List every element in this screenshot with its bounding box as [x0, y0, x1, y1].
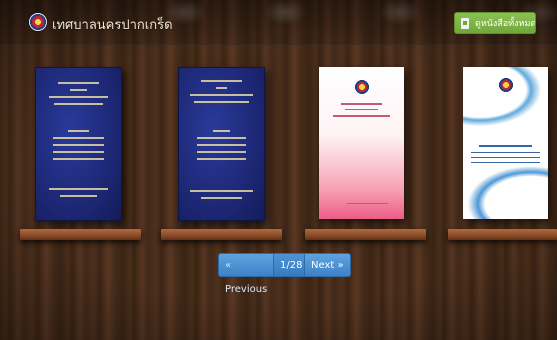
book-cover-3[interactable] — [319, 67, 404, 219]
double-chevron-left-icon: « — [225, 260, 232, 271]
next-button[interactable]: Next » — [304, 253, 351, 277]
pagination: « Previous 1/28 Next » — [218, 253, 351, 295]
book-icon — [461, 18, 469, 29]
shelf-4 — [448, 229, 557, 240]
site-title: เทศบาลนครปากเกร็ด — [52, 18, 173, 33]
view-all-books-button[interactable]: ดูหนังสือทั้งหมด — [454, 12, 536, 34]
emblem-icon — [353, 79, 370, 95]
book-cover-4[interactable] — [463, 67, 548, 219]
view-all-books-label: ดูหนังสือทั้งหมด — [475, 19, 536, 29]
shelf-1 — [20, 229, 141, 240]
shelf-3 — [305, 229, 426, 240]
emblem-icon — [497, 77, 514, 93]
book-cover-2[interactable] — [178, 67, 265, 221]
page-indicator: 1/28 — [274, 253, 304, 277]
book-cover-1[interactable] — [35, 67, 122, 221]
previous-label: Previous — [225, 284, 268, 295]
previous-button[interactable]: « Previous — [218, 253, 274, 295]
municipality-logo-icon — [29, 13, 47, 31]
next-label: Next — [311, 260, 335, 271]
double-chevron-right-icon: » — [337, 260, 344, 271]
shelf-2 — [161, 229, 282, 240]
top-bar: เทศบาลนครปากเกร็ด ดูหนังสือทั้งหมด — [0, 0, 557, 45]
